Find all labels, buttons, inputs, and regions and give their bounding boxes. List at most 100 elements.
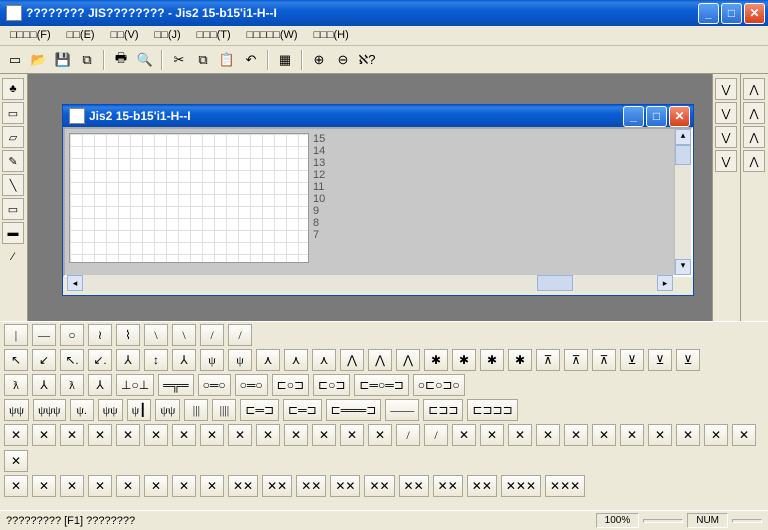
glyph-e-icon[interactable]: ⋀ bbox=[743, 78, 765, 100]
palette-button[interactable]: ⊼ bbox=[536, 349, 560, 371]
scroll-down-icon[interactable]: ▾ bbox=[675, 259, 691, 275]
hscroll-thumb[interactable] bbox=[537, 275, 573, 291]
palette-button[interactable]: ψ┃ bbox=[127, 399, 152, 421]
palette-button[interactable]: ⋀ bbox=[340, 349, 364, 371]
palette-button[interactable]: ✕ bbox=[60, 475, 84, 497]
palette-button[interactable]: ψ bbox=[200, 349, 224, 371]
save-all-icon[interactable]: ⧉ bbox=[76, 49, 98, 71]
editing-grid[interactable] bbox=[69, 133, 309, 263]
palette-button[interactable]: ⊼ bbox=[592, 349, 616, 371]
palette-button[interactable]: ✕✕✕ bbox=[501, 475, 541, 497]
stamp-icon[interactable]: ♣ bbox=[2, 78, 24, 100]
palette-button[interactable]: ✕ bbox=[172, 475, 196, 497]
palette-button[interactable]: ✕ bbox=[340, 424, 364, 446]
palette-button[interactable]: ✕ bbox=[4, 475, 28, 497]
palette-button[interactable]: ⊏○⊐ bbox=[272, 374, 309, 396]
fill-icon[interactable]: ▬ bbox=[2, 222, 24, 244]
palette-button[interactable]: ⊏○⊐ bbox=[313, 374, 350, 396]
cut-icon[interactable]: ✂ bbox=[168, 49, 190, 71]
palette-button[interactable]: / bbox=[228, 324, 252, 346]
menu-file[interactable]: □□□□(F) bbox=[6, 28, 55, 43]
palette-button[interactable]: ⋏ bbox=[312, 349, 336, 371]
child-minimize-button[interactable]: _ bbox=[623, 106, 644, 127]
palette-button[interactable]: ○═○ bbox=[198, 374, 231, 396]
palette-button[interactable]: ✕ bbox=[32, 424, 56, 446]
palette-button[interactable]: ✕ bbox=[256, 424, 280, 446]
menu-help[interactable]: □□□(H) bbox=[310, 28, 353, 43]
palette-button[interactable]: ○ bbox=[60, 324, 84, 346]
palette-button[interactable]: / bbox=[200, 324, 224, 346]
palette-button[interactable]: ⊻ bbox=[620, 349, 644, 371]
palette-button[interactable]: ✕✕ bbox=[228, 475, 258, 497]
palette-button[interactable]: \ bbox=[144, 324, 168, 346]
palette-button[interactable]: ✕ bbox=[4, 424, 28, 446]
palette-button[interactable]: ⅄ bbox=[172, 349, 196, 371]
palette-button[interactable]: ⊏⊐⊐ bbox=[423, 399, 463, 421]
new-icon[interactable]: ▭ bbox=[4, 49, 26, 71]
palette-button[interactable]: ↖ bbox=[4, 349, 28, 371]
palette-button[interactable]: ✕ bbox=[60, 424, 84, 446]
menu-window[interactable]: □□□□□(W) bbox=[243, 28, 302, 43]
palette-button[interactable]: ↙ bbox=[32, 349, 56, 371]
palette-button[interactable]: ⊥○⊥ bbox=[116, 374, 154, 396]
palette-button[interactable]: ✕ bbox=[32, 475, 56, 497]
palette-button[interactable]: ⅄ bbox=[88, 374, 112, 396]
palette-button[interactable]: ⊏═══⊐ bbox=[326, 399, 382, 421]
palette-button[interactable]: ✕ bbox=[228, 424, 252, 446]
palette-button[interactable]: ○═○ bbox=[235, 374, 268, 396]
palette-button[interactable]: ✕ bbox=[732, 424, 756, 446]
palette-button[interactable]: \ bbox=[172, 324, 196, 346]
glyph-g-icon[interactable]: ⋀ bbox=[743, 126, 765, 148]
palette-button[interactable]: ⊏═⊐ bbox=[283, 399, 322, 421]
palette-button[interactable]: ⊏═⊐ bbox=[240, 399, 279, 421]
palette-button[interactable]: ↖. bbox=[60, 349, 84, 371]
scroll-up-icon[interactable]: ▴ bbox=[675, 129, 691, 145]
palette-button[interactable]: ψψψ bbox=[33, 399, 66, 421]
palette-button[interactable]: ⅄ bbox=[116, 349, 140, 371]
palette-button[interactable]: ✕ bbox=[480, 424, 504, 446]
scroll-right-icon[interactable]: ▸ bbox=[657, 275, 673, 291]
menu-j[interactable]: □□(J) bbox=[151, 28, 185, 43]
close-button[interactable]: ✕ bbox=[744, 3, 765, 24]
horizontal-scrollbar[interactable]: ◂ ▸ bbox=[67, 275, 673, 291]
paste-icon[interactable]: 📋 bbox=[216, 49, 238, 71]
palette-button[interactable]: ✕ bbox=[452, 424, 476, 446]
palette-button[interactable]: ψψ bbox=[98, 399, 123, 421]
palette-button[interactable]: ⋏ bbox=[284, 349, 308, 371]
menu-edit[interactable]: □□(E) bbox=[63, 28, 99, 43]
palette-button[interactable]: ✕ bbox=[592, 424, 616, 446]
menu-tools[interactable]: □□□(T) bbox=[193, 28, 235, 43]
preview-icon[interactable]: 🔍 bbox=[134, 49, 156, 71]
copy-icon[interactable]: ⧉ bbox=[192, 49, 214, 71]
palette-button[interactable]: ✕ bbox=[508, 424, 532, 446]
glyph-d-icon[interactable]: ⋁ bbox=[715, 150, 737, 172]
palette-button[interactable]: ✕ bbox=[116, 475, 140, 497]
palette-button[interactable]: ✕✕ bbox=[296, 475, 326, 497]
palette-button[interactable]: ⋀ bbox=[368, 349, 392, 371]
palette-button[interactable]: ○⊏○⊐○ bbox=[413, 374, 465, 396]
palette-button[interactable]: ✕✕ bbox=[399, 475, 429, 497]
line-icon[interactable]: ╲ bbox=[2, 174, 24, 196]
palette-button[interactable]: ✕ bbox=[704, 424, 728, 446]
open-icon[interactable]: 📂 bbox=[28, 49, 50, 71]
glyph-c-icon[interactable]: ⋁ bbox=[715, 126, 737, 148]
palette-button[interactable]: ψψ bbox=[4, 399, 29, 421]
palette-button[interactable]: ψ. bbox=[70, 399, 94, 421]
palette-button[interactable]: ✕ bbox=[620, 424, 644, 446]
print-icon[interactable]: 🖶 bbox=[110, 49, 132, 71]
palette-button[interactable]: ―― bbox=[385, 399, 419, 421]
glyph-a-icon[interactable]: ⋁ bbox=[715, 78, 737, 100]
palette-button[interactable]: ƛ bbox=[4, 374, 28, 396]
palette-button[interactable]: ↙. bbox=[88, 349, 112, 371]
grid-icon[interactable]: ▦ bbox=[274, 49, 296, 71]
palette-button[interactable]: ✕ bbox=[172, 424, 196, 446]
scroll-thumb[interactable] bbox=[675, 145, 691, 165]
palette-button[interactable]: ⊏═○═⊐ bbox=[354, 374, 408, 396]
zoom-in-icon[interactable]: ⊕ bbox=[308, 49, 330, 71]
palette-button[interactable]: / bbox=[424, 424, 448, 446]
palette-button[interactable]: ✕ bbox=[4, 450, 28, 472]
rect-icon[interactable]: ▭ bbox=[2, 198, 24, 220]
palette-button[interactable]: ≀ bbox=[88, 324, 112, 346]
palette-button[interactable]: ✕ bbox=[88, 424, 112, 446]
palette-button[interactable]: ✕ bbox=[88, 475, 112, 497]
